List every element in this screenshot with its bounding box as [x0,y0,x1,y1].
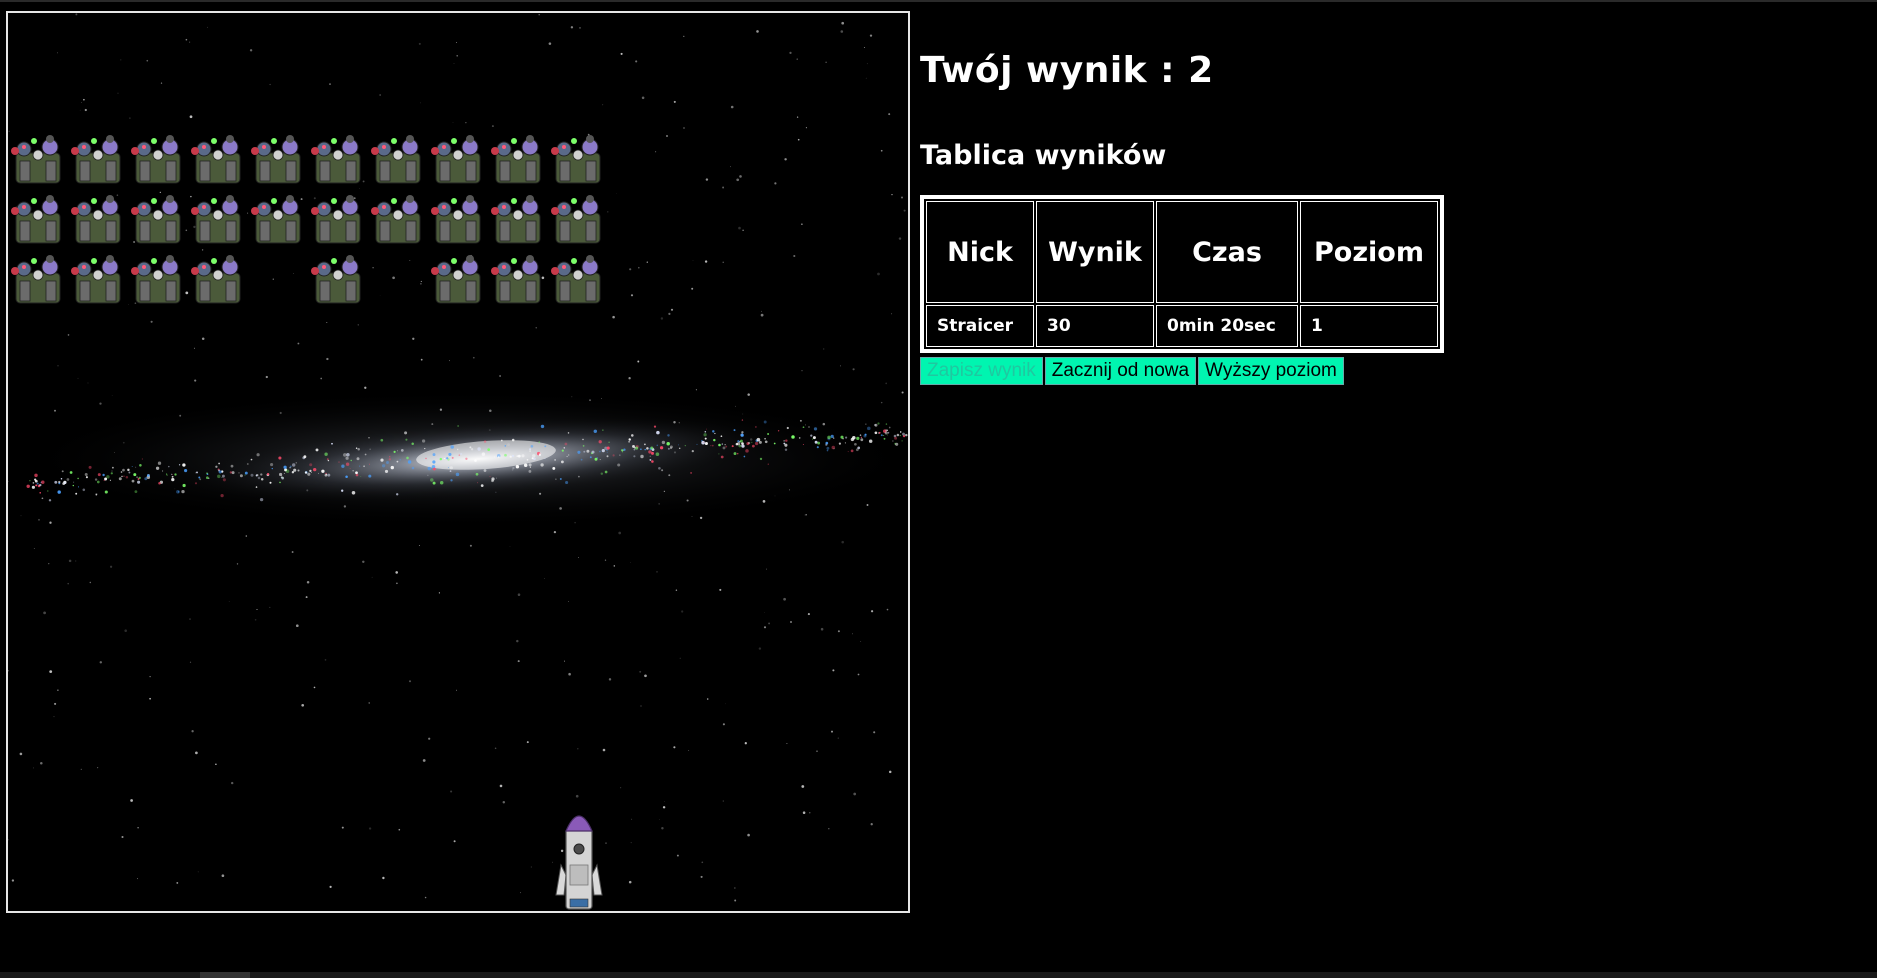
alien-robot-icon [431,135,481,184]
alien-robot-icon [551,195,601,244]
alien-robot-icon [251,135,301,184]
next-level-button[interactable]: Wyższy poziom [1198,357,1344,385]
alien-robot-icon [191,135,241,184]
leaderboard-table: Nick Wynik Czas Poziom Straicer 30 0min … [920,195,1444,353]
window-top-edge [0,0,1877,2]
alien-robot-icon [371,135,421,184]
alien-robot-icon [491,255,541,304]
restart-button[interactable]: Zacznij od nowa [1044,357,1197,385]
alien-robot-icon [131,195,181,244]
cell-level: 1 [1300,305,1438,347]
cell-score: 30 [1036,305,1154,347]
alien-robot-icon [11,135,61,184]
player-rocket [555,815,603,910]
enemy-formation [11,135,601,304]
game-canvas[interactable] [6,11,910,913]
alien-robot-icon [71,255,121,304]
alien-robot-icon [371,195,421,244]
alien-robot-icon [251,195,301,244]
column-header-score: Wynik [1036,201,1154,303]
alien-robot-icon [311,135,361,184]
column-header-level: Poziom [1300,201,1438,303]
game-scene [8,13,908,910]
cell-nick: Straicer [926,305,1034,347]
alien-robot-icon [551,255,601,304]
alien-robot-icon [431,195,481,244]
save-score-button[interactable]: Zapisz wynik [920,357,1043,385]
column-header-time: Czas [1156,201,1298,303]
cell-time: 0min 20sec [1156,305,1298,347]
leaderboard-header-row: Nick Wynik Czas Poziom [926,201,1438,303]
horizontal-scrollbar[interactable] [0,972,1877,978]
alien-robot-icon [71,195,121,244]
alien-robot-icon [11,255,61,304]
leaderboard-title: Tablica wyników [920,140,1167,171]
alien-robot-icon [11,195,61,244]
alien-robot-icon [311,255,361,304]
alien-robot-icon [491,135,541,184]
alien-robot-icon [71,135,121,184]
rocket-icon [555,815,603,910]
alien-robot-icon [191,195,241,244]
current-score-heading: Twój wynik : 2 [920,50,1214,91]
scrollbar-thumb[interactable] [200,972,250,978]
alien-robot-icon [311,195,361,244]
action-buttons: Zapisz wynik Zacznij od nowa Wyższy pozi… [920,357,1344,385]
alien-robot-icon [131,135,181,184]
table-row: Straicer 30 0min 20sec 1 [926,305,1438,347]
alien-robot-icon [551,135,601,184]
column-header-nick: Nick [926,201,1034,303]
alien-robot-icon [491,195,541,244]
alien-robot-icon [191,255,241,304]
alien-robot-icon [431,255,481,304]
alien-robot-icon [131,255,181,304]
galaxy-band [8,389,908,529]
